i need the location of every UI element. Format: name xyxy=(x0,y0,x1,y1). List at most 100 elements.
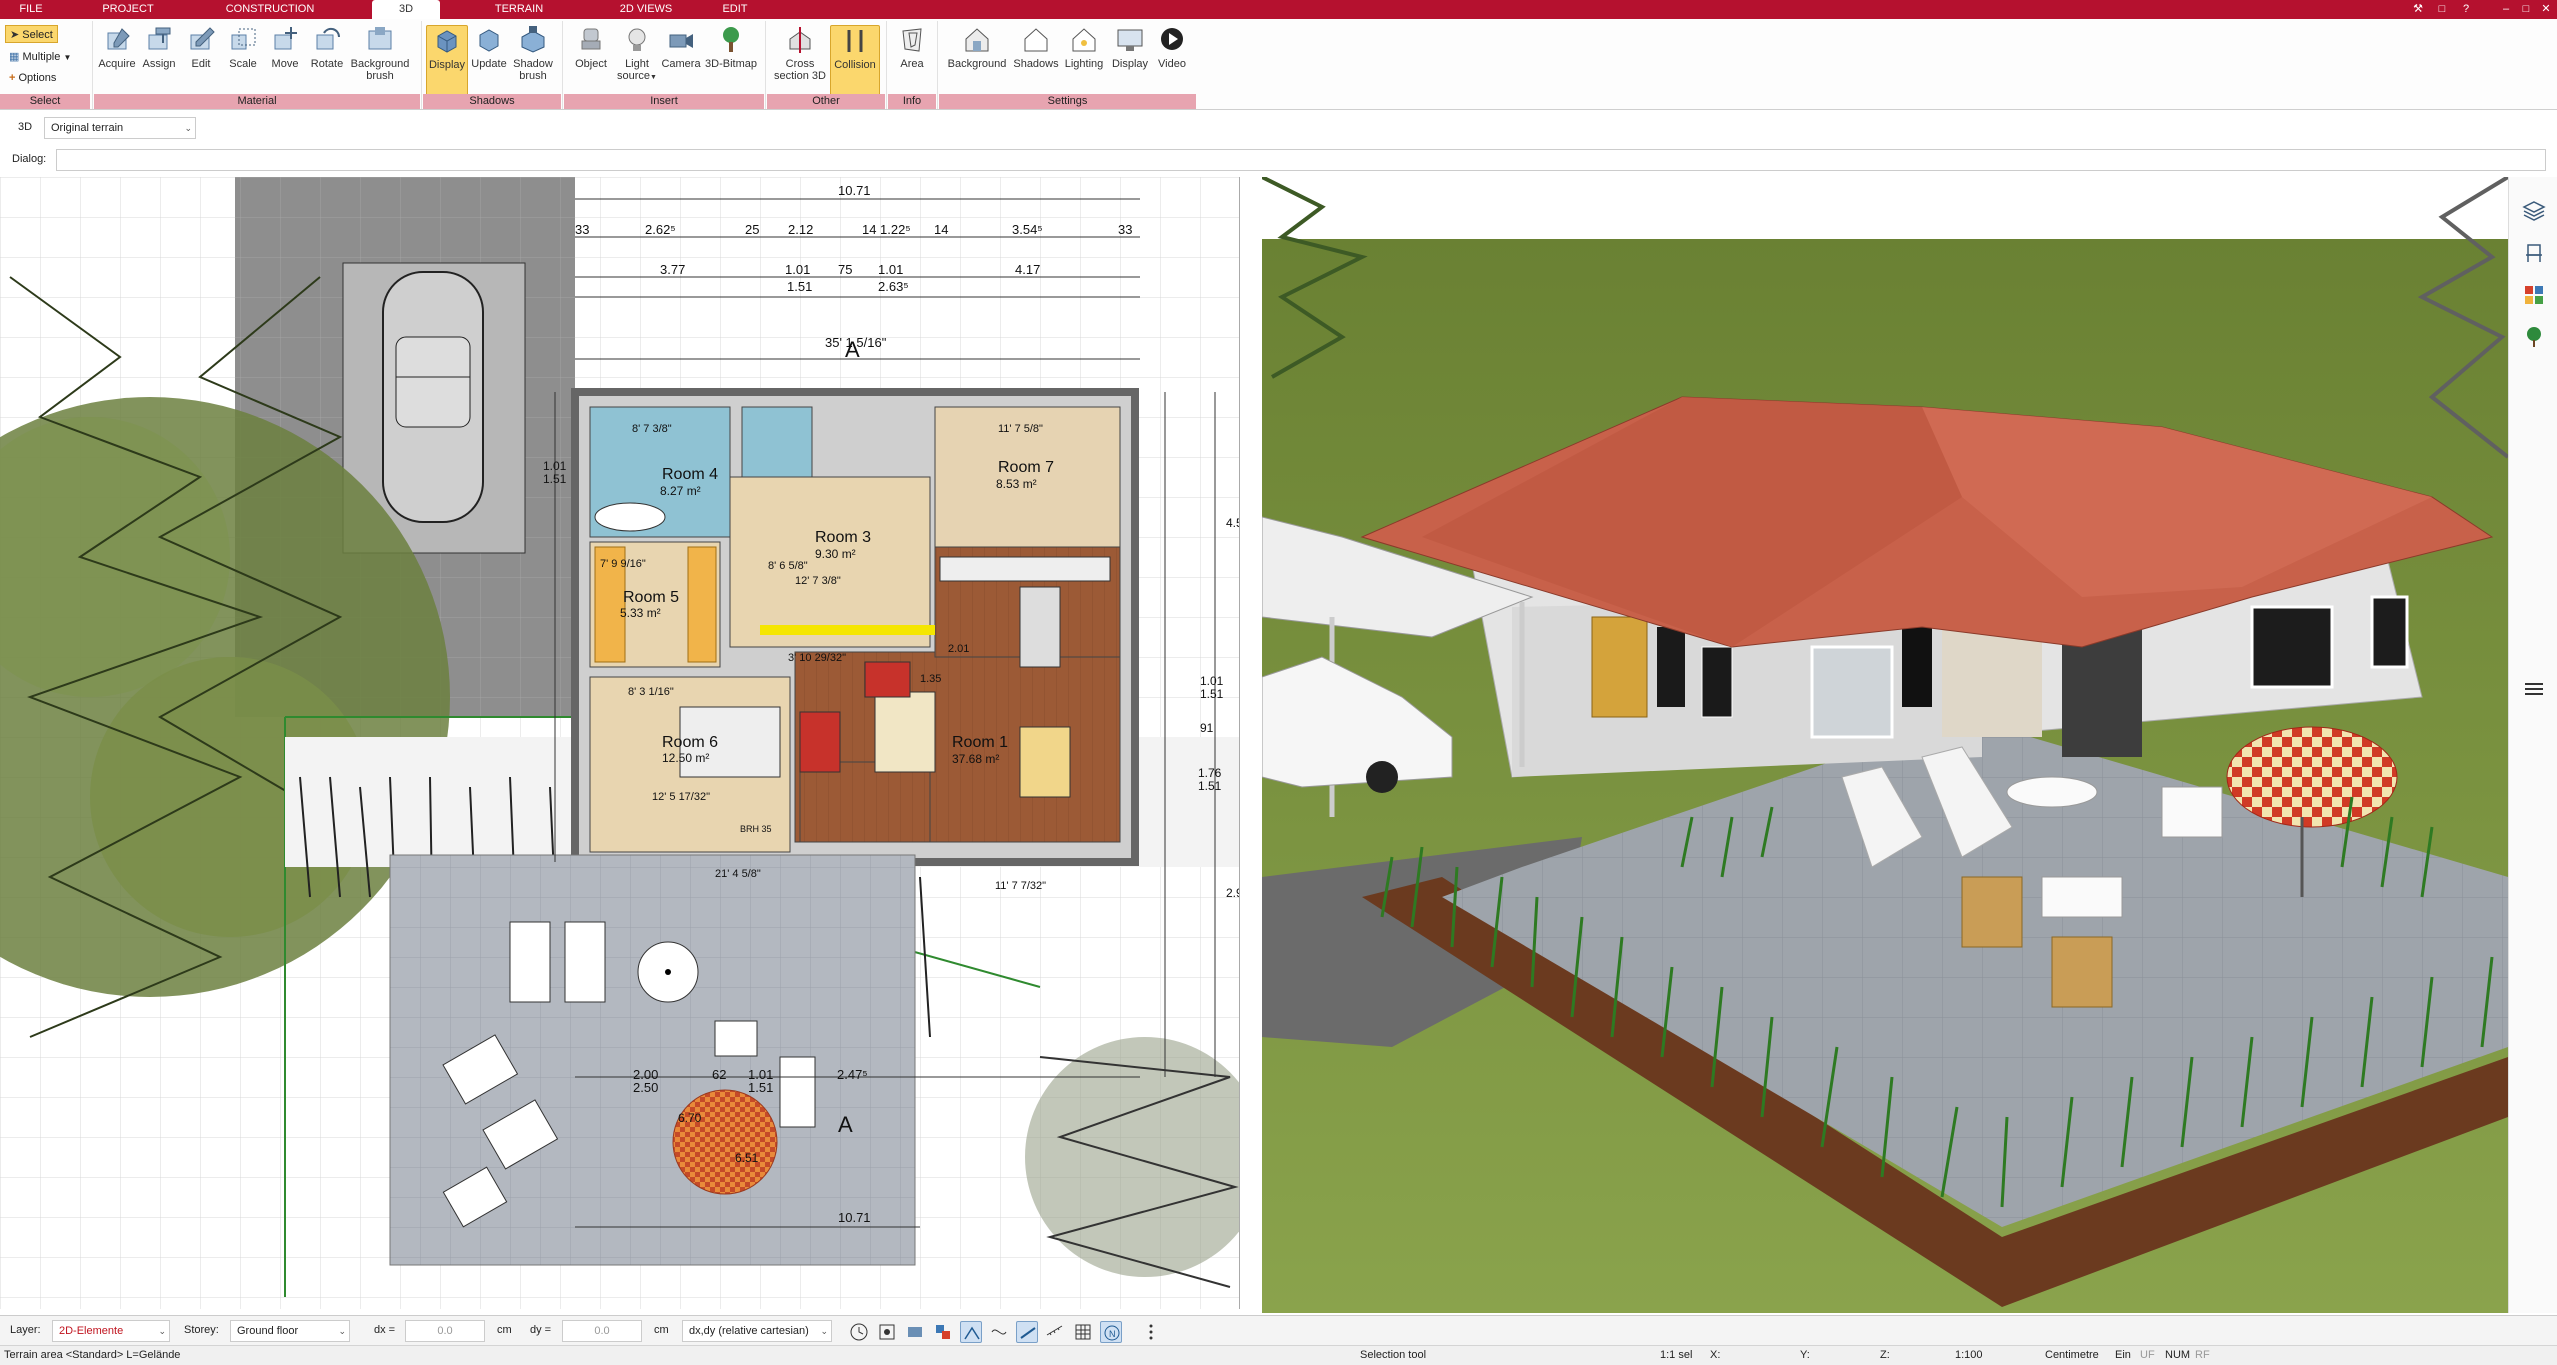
tools-icon[interactable]: ⚒ xyxy=(2410,2,2426,17)
tab-construction[interactable]: CONSTRUCTION xyxy=(215,0,325,19)
shadows-settings-button[interactable]: Shadows xyxy=(1012,25,1060,97)
angle-snap-icon[interactable] xyxy=(960,1321,982,1343)
background-settings-button[interactable]: Background xyxy=(942,25,1012,97)
sky xyxy=(1262,177,2508,239)
move-button[interactable]: Move xyxy=(264,25,306,97)
status-bar: Terrain area <Standard> L=Gelände Select… xyxy=(0,1345,2557,1365)
collision-button[interactable]: Collision xyxy=(830,25,880,97)
dim-label: 91 xyxy=(1200,721,1214,735)
grid-icon[interactable] xyxy=(1072,1321,1094,1343)
background-brush-icon xyxy=(365,25,395,55)
group-separator xyxy=(886,21,887,109)
area-button[interactable]: Area xyxy=(892,25,932,97)
room-area: 37.68 m² xyxy=(952,752,999,766)
dy-input[interactable]: 0.0 xyxy=(562,1320,642,1342)
group-separator xyxy=(765,21,766,109)
tab-terrain[interactable]: TERRAIN xyxy=(488,0,550,19)
insert-3d-bitmap-button[interactable]: 3D-Bitmap xyxy=(703,25,759,97)
ein-indicator: Ein xyxy=(2115,1349,2131,1361)
cross-section-3d-button[interactable]: Cross section 3D xyxy=(774,25,826,97)
floor-plan-view[interactable]: 10.71 2.62⁵ 25 2.12 14 1.22⁵ 14 3.54⁵ 33… xyxy=(0,177,1240,1309)
chevron-down-icon: ⌄ xyxy=(820,1326,828,1336)
insert-object-button[interactable]: Object xyxy=(567,25,615,97)
tree-icon[interactable] xyxy=(2522,325,2546,349)
view-label: 3D xyxy=(18,121,33,133)
lighting-settings-button[interactable]: Lighting xyxy=(1060,25,1108,97)
assign-button[interactable]: Assign xyxy=(138,25,180,97)
north-icon[interactable]: N xyxy=(1100,1321,1122,1343)
select-button[interactable]: ➤ Select xyxy=(5,25,58,43)
chevron-down-icon: ▼ xyxy=(63,53,72,62)
options-button[interactable]: + Options xyxy=(5,69,60,87)
display-shadows-button[interactable]: Display xyxy=(426,25,468,97)
feet-label: 11' 7 7/32" xyxy=(995,880,1046,892)
svg-text:N: N xyxy=(1109,1329,1116,1339)
scale-button[interactable]: Scale xyxy=(222,25,264,97)
video-button[interactable]: Video xyxy=(1152,25,1192,97)
object-snap-icon[interactable] xyxy=(904,1321,926,1343)
shadow-brush-button[interactable]: Shadow brush xyxy=(510,25,556,97)
ruler-icon[interactable] xyxy=(1044,1321,1066,1343)
dim-label: 25 xyxy=(745,222,759,237)
snap-icon[interactable] xyxy=(876,1321,898,1343)
group-label-info: Info xyxy=(888,94,936,109)
multiple-select-button[interactable]: ▦ Multiple ▼ xyxy=(5,48,75,66)
tab-edit[interactable]: EDIT xyxy=(712,0,758,19)
lounger xyxy=(509,921,551,1003)
help-icon[interactable]: ? xyxy=(2458,2,2474,17)
floor-plan-canvas[interactable]: 10.71 2.62⁵ 25 2.12 14 1.22⁵ 14 3.54⁵ 33… xyxy=(0,177,1240,1309)
dim-label: 2.63⁵ xyxy=(878,279,909,294)
dim-label: 10.71 xyxy=(838,183,871,198)
object-icon xyxy=(576,25,606,55)
group-label-other: Other xyxy=(767,94,885,109)
dialog-input[interactable] xyxy=(56,149,2546,171)
room-3 xyxy=(729,476,931,648)
layer-display-icon[interactable] xyxy=(932,1321,954,1343)
minimize-icon[interactable]: – xyxy=(2498,2,2514,17)
group-label-material: Material xyxy=(94,94,420,109)
room-area: 8.53 m² xyxy=(996,477,1037,491)
clock-icon[interactable] xyxy=(848,1321,870,1343)
dim-label: 4.57 xyxy=(1226,516,1240,530)
shadow-brush-icon xyxy=(518,25,548,55)
monitor-icon xyxy=(1115,25,1145,55)
insert-light-source-button[interactable]: Light source▼ xyxy=(615,25,659,97)
selected-wall xyxy=(760,625,935,635)
3d-canvas[interactable] xyxy=(1262,177,2508,1313)
minimize-ribbon-icon[interactable]: □ xyxy=(2434,2,2450,17)
edit-material-button[interactable]: Edit xyxy=(180,25,222,97)
uf-indicator: UF xyxy=(2140,1349,2155,1361)
restore-icon[interactable]: □ xyxy=(2518,2,2534,17)
tab-file[interactable]: FILE xyxy=(0,0,62,19)
coordinate-mode-select[interactable]: dx,dy (relative cartesian) ⌄ xyxy=(682,1320,832,1342)
close-icon[interactable]: ✕ xyxy=(2538,2,2554,17)
materials-icon[interactable] xyxy=(2522,283,2546,307)
tab-project[interactable]: PROJECT xyxy=(98,0,158,19)
tab-3d[interactable]: 3D xyxy=(372,0,440,19)
dialog-label: Dialog: xyxy=(12,153,47,165)
update-shadows-button[interactable]: Update xyxy=(468,25,510,97)
display-settings-button[interactable]: Display xyxy=(1108,25,1152,97)
rotate-button[interactable]: Rotate xyxy=(306,25,348,97)
more-options-icon[interactable] xyxy=(1140,1321,1162,1343)
dx-input[interactable]: 0.0 xyxy=(405,1320,485,1342)
terrain-select[interactable]: Original terrain ⌄ xyxy=(44,117,196,139)
orthogonal-icon[interactable] xyxy=(988,1321,1010,1343)
rf-indicator: RF xyxy=(2195,1349,2210,1361)
chair-icon[interactable] xyxy=(2522,241,2546,265)
acquire-button[interactable]: Acquire xyxy=(96,25,138,97)
chevron-down-icon: ▼ xyxy=(650,74,657,81)
selection-count: 1:1 sel xyxy=(1660,1349,1693,1361)
storey-select[interactable]: Ground floor ⌄ xyxy=(230,1320,350,1342)
background-icon xyxy=(962,25,992,55)
tab-2d-views[interactable]: 2D VIEWS xyxy=(610,0,682,19)
area-icon xyxy=(897,25,927,55)
insert-camera-button[interactable]: Camera xyxy=(659,25,703,97)
layers-icon[interactable] xyxy=(2522,199,2546,223)
layer-select[interactable]: 2D-Elemente ⌄ xyxy=(52,1320,170,1342)
background-brush-button[interactable]: Background brush xyxy=(348,25,412,97)
active-tool: Selection tool xyxy=(1360,1349,1427,1361)
3d-view[interactable] xyxy=(1262,177,2508,1313)
hamburger-menu-icon[interactable] xyxy=(2522,677,2546,701)
line-snap-icon[interactable] xyxy=(1016,1321,1038,1343)
